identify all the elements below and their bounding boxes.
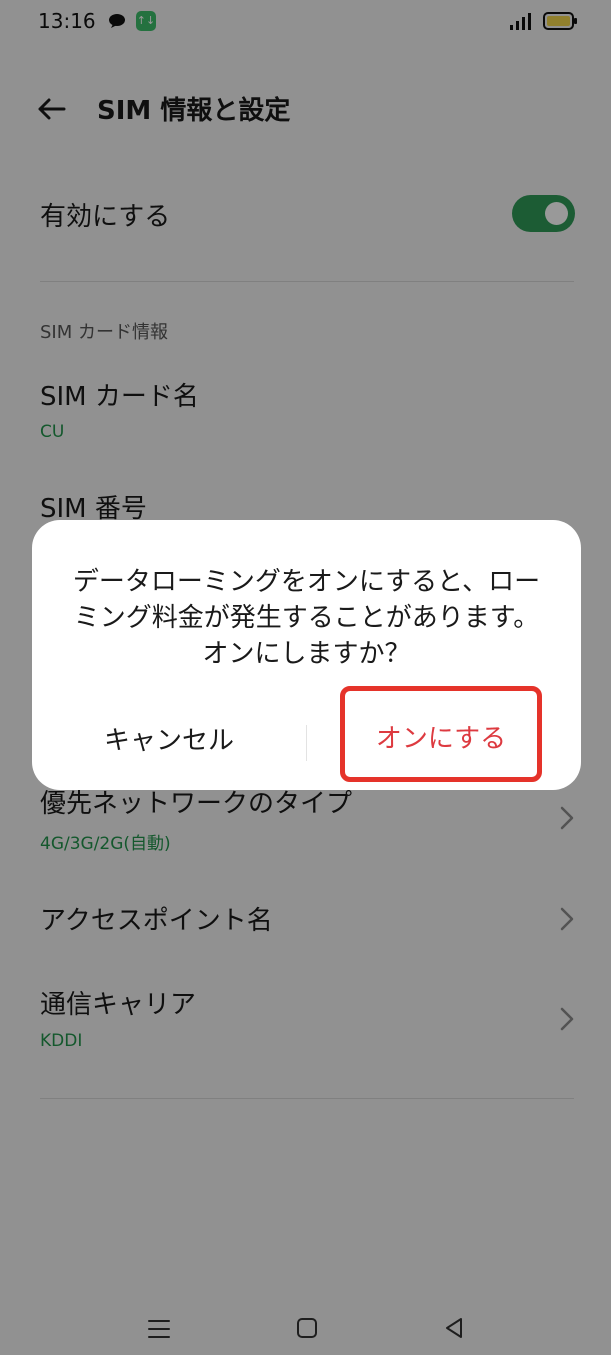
- dialog-message: データローミングをオンにすると、ローミング料金が発生することがあります。オンにし…: [72, 567, 541, 669]
- turn-on-button[interactable]: オンにする: [340, 686, 542, 782]
- button-divider: [306, 725, 307, 761]
- cancel-button[interactable]: キャンセル: [52, 710, 286, 772]
- roaming-confirm-dialog: データローミングをオンにすると、ローミング料金が発生することがあります。オンにし…: [32, 520, 581, 790]
